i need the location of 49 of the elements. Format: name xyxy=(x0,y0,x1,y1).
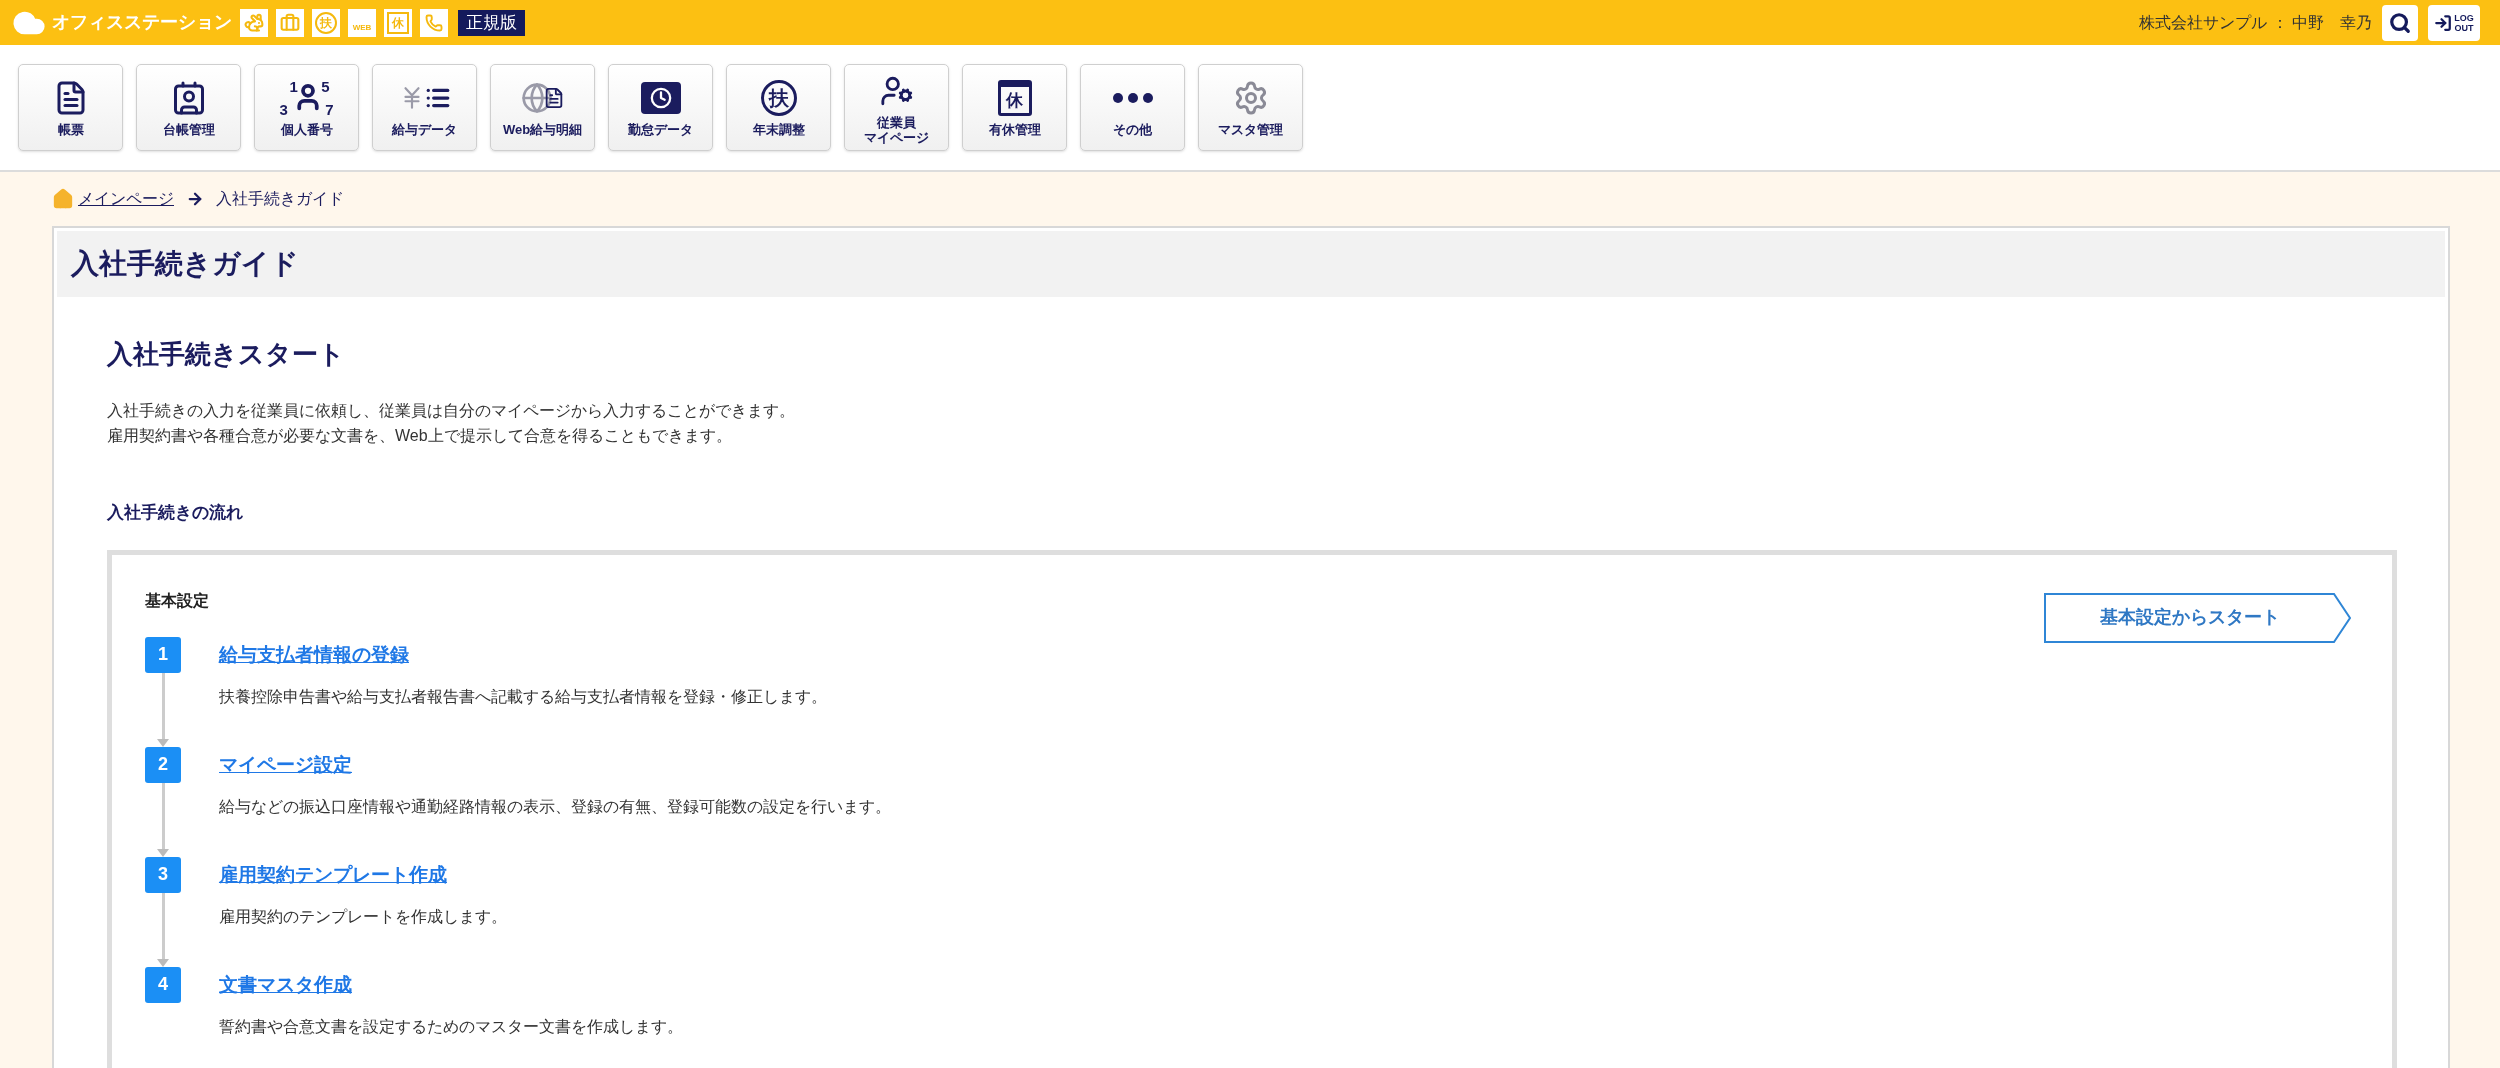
breadcrumb-link[interactable]: メインページ xyxy=(78,187,174,211)
step-description: 扶養控除申告書や給与支払者報告書へ記載する給与支払者情報を登録・修正します。 xyxy=(219,686,827,707)
step-number: 1 xyxy=(145,636,181,673)
globe-document-icon xyxy=(520,82,565,114)
app-name: オフィスステーション xyxy=(52,11,232,34)
step-number: 4 xyxy=(145,966,181,1003)
menu-button[interactable]: 1 5 3 7 個人番号 xyxy=(254,64,359,151)
logout-icon xyxy=(2434,13,2453,32)
edition-badge: 正規版 xyxy=(458,9,525,36)
user-name: 株式会社サンプル ： 中野 幸乃 xyxy=(2139,12,2372,33)
description-text: 入社手続きの入力を従業員に依頼し、従業員は自分のマイページから入力することができます。 xyxy=(107,401,796,421)
calendar-character-icon: 休 xyxy=(997,80,1032,116)
phone-icon[interactable] xyxy=(420,8,448,37)
menu-button[interactable]: その他 xyxy=(1080,64,1185,151)
flow-heading: 入社手続きの流れ xyxy=(107,502,244,524)
page-title: 入社手続きガイド xyxy=(71,247,299,281)
step-title-link[interactable]: 文書マスタ作成 xyxy=(219,966,683,1003)
description-text: 雇用契約書や各種合意が必要な文書を、Web上で提示して合意を得ることもできます。 xyxy=(107,426,733,446)
search-button[interactable] xyxy=(2382,4,2418,41)
step-title-link[interactable]: 給与支払者情報の登録 xyxy=(219,636,827,673)
menu-button[interactable]: 勤怠データ xyxy=(608,64,713,151)
menu-button[interactable]: 給与データ xyxy=(372,64,477,151)
search-icon xyxy=(2389,11,2411,34)
circled-character-icon: 扶 xyxy=(760,80,797,116)
breadcrumb-current: 入社手続きガイド xyxy=(216,189,344,209)
group-title: 基本設定 xyxy=(145,590,210,611)
menu-button[interactable]: Web給与明細 xyxy=(490,64,595,151)
step-title-link[interactable]: 雇用契約テンプレート作成 xyxy=(219,856,507,893)
menu-button[interactable]: 扶 年末調整 xyxy=(726,64,831,151)
menu-button[interactable]: 休 有休管理 xyxy=(962,64,1067,151)
step-number: 3 xyxy=(145,856,181,893)
step-number: 2 xyxy=(145,746,181,783)
menu-button[interactable]: 従業員 マイページ xyxy=(844,64,949,151)
rabbit-icon[interactable] xyxy=(240,8,268,37)
home-icon xyxy=(52,188,74,210)
arrow-right-icon xyxy=(186,190,204,208)
dots-icon xyxy=(1112,93,1153,103)
start-button[interactable]: 基本設定からスタート xyxy=(2044,592,2352,643)
briefcase-icon[interactable] xyxy=(276,8,304,37)
menu-button[interactable]: 帳票 xyxy=(18,64,123,151)
clock-case-icon xyxy=(640,82,681,114)
step-description: 雇用契約のテンプレートを作成します。 xyxy=(219,906,507,927)
menu-button[interactable]: 台帳管理 xyxy=(136,64,241,151)
menu-button[interactable]: マスタ管理 xyxy=(1198,64,1303,151)
step-title-link[interactable]: マイページ設定 xyxy=(219,746,891,783)
step-description: 給与などの振込口座情報や通勤経路情報の表示、登録の有無、登録可能数の設定を行います。 xyxy=(219,796,891,817)
step-description: 誓約書や合意文書を設定するためのマスター文書を作成します。 xyxy=(219,1016,683,1037)
section-title: 入社手続きスタート xyxy=(107,338,346,371)
logout-button[interactable]: LOG OUT xyxy=(2428,4,2480,41)
